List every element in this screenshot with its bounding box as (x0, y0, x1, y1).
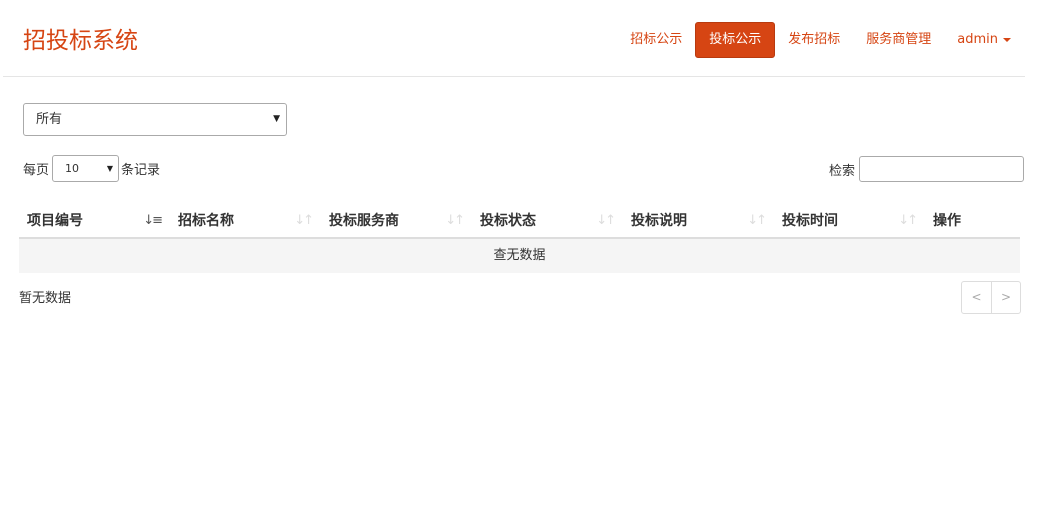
nav-item-tender-announcement[interactable]: 投标公示 (695, 22, 776, 58)
next-page-button[interactable]: > (991, 282, 1020, 313)
column-header-actions: 操作 (933, 213, 961, 229)
nav-item-provider-management[interactable]: 服务商管理 (853, 22, 944, 58)
search-input[interactable] (859, 156, 1024, 182)
column-header-description[interactable]: 投标说明 ↓↑ (623, 205, 774, 237)
dropdown-arrow-icon: ▼ (106, 164, 114, 173)
page-length-value: 10 (65, 162, 80, 175)
search-label: 检索 (828, 163, 855, 179)
caret-down-icon (1003, 38, 1011, 42)
nav-item-bid-announcement[interactable]: 招标公示 (617, 22, 695, 58)
sort-amount-asc-icon: ↓≡ (143, 213, 163, 228)
prev-page-button[interactable]: < (962, 282, 991, 313)
nav-item-publish-bid[interactable]: 发布招标 (775, 22, 853, 58)
page-length-select[interactable]: 10 ▼ (52, 155, 120, 182)
pagination: < > (961, 281, 1021, 314)
column-header-bid-name[interactable]: 招标名称 ↓↑ (170, 205, 321, 237)
sort-icon: ↓↑ (747, 213, 767, 228)
page-length-control: 每页 10 ▼ 条记录 (23, 155, 160, 182)
bids-table: 项目编号 ↓≡ 招标名称 ↓↑ 投标服务商 ↓↑ 投标状态 ↓↑ 投标说明 ↓↑… (19, 205, 1020, 273)
page-length-prefix: 每页 (23, 163, 50, 178)
sort-icon: ↓↑ (445, 213, 465, 228)
table-header: 项目编号 ↓≡ 招标名称 ↓↑ 投标服务商 ↓↑ 投标状态 ↓↑ 投标说明 ↓↑… (19, 205, 1020, 239)
search-control: 检索 (829, 156, 1024, 182)
dropdown-arrow-icon: ▼ (273, 114, 280, 124)
empty-table-row: 查无数据 (19, 239, 1020, 273)
column-header-status[interactable]: 投标状态 ↓↑ (472, 205, 623, 237)
user-name: admin (957, 32, 998, 47)
column-header-provider[interactable]: 投标服务商 ↓↑ (321, 205, 472, 237)
status-filter-select[interactable]: 所有 ▼ (23, 103, 287, 136)
user-menu[interactable]: admin (944, 22, 1025, 58)
sort-icon: ↓↑ (294, 213, 314, 228)
app-title[interactable]: 招投标系统 (23, 25, 138, 57)
navbar: 招投标系统 招标公示 投标公示 发布招标 服务商管理 admin (3, 0, 1025, 77)
sort-icon: ↓↑ (596, 213, 616, 228)
table-info: 暂无数据 (19, 291, 72, 306)
page-length-suffix: 条记录 (121, 163, 161, 178)
main-nav: 招标公示 投标公示 发布招标 服务商管理 admin (617, 22, 1025, 58)
column-header-project-number[interactable]: 项目编号 ↓≡ (19, 205, 170, 237)
sort-icon: ↓↑ (898, 213, 918, 228)
column-header-time[interactable]: 投标时间 ↓↑ (774, 205, 925, 237)
status-filter-value: 所有 (36, 112, 63, 127)
